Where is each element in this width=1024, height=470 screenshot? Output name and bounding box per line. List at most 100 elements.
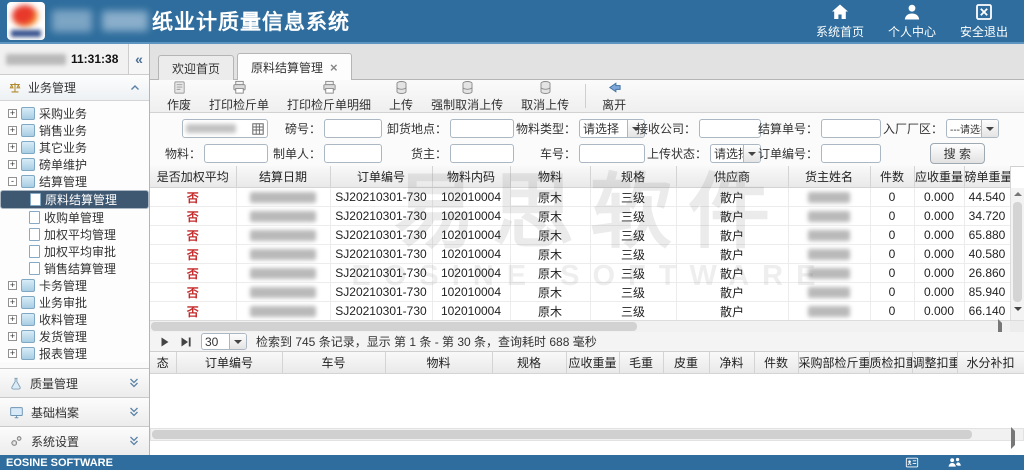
sidebar-group-quality[interactable]: 质量管理 [0, 368, 149, 397]
nav-personal-center[interactable]: 个人中心 [888, 2, 936, 40]
order-no-input[interactable] [821, 144, 881, 163]
sidebar-item-receiving[interactable]: 收料管理 [0, 311, 149, 328]
truck-no-input[interactable] [579, 144, 645, 163]
expand-plus-icon[interactable] [8, 160, 17, 169]
nav-system-home[interactable]: 系统首页 [816, 2, 864, 40]
sidebar-group-base-archive[interactable]: 基础档案 [0, 397, 149, 426]
sidebar-item-shipping[interactable]: 发货管理 [0, 328, 149, 345]
sidebar-item-sales-settlement[interactable]: 销售结算管理 [0, 260, 149, 277]
scrollbar-thumb[interactable] [1013, 202, 1022, 302]
sidebar-item-settlement[interactable]: 结算管理 [0, 173, 149, 190]
column-header[interactable]: 应收重量 [566, 352, 619, 374]
column-header[interactable]: 是否加权平均 [150, 166, 236, 188]
sidebar-item-reports[interactable]: 报表管理 [0, 345, 149, 362]
expand-plus-icon[interactable] [8, 143, 17, 152]
expand-plus-icon[interactable] [8, 281, 17, 290]
owner-input[interactable] [450, 144, 514, 163]
material-input[interactable] [204, 144, 268, 163]
cancel-upload-button[interactable]: 取消上传 [512, 80, 578, 112]
upload-status-select[interactable]: 请选择 [710, 144, 761, 163]
table-row[interactable]: 否 SJ20210301-730 102010004 原木 三级 散户 0 0.… [150, 226, 1010, 245]
table-row[interactable]: 否 SJ20210301-730 102010004 原木 三级 散户 0 0.… [150, 245, 1010, 264]
horizontal-scrollbar-grid1[interactable] [150, 320, 1024, 332]
column-header[interactable]: 磅单重量 [964, 166, 1010, 188]
scroll-up-icon[interactable] [1011, 188, 1024, 200]
column-header[interactable]: 规格 [590, 166, 676, 188]
print-weigh-ticket-detail-button[interactable]: 打印检斤单明细 [278, 80, 380, 112]
page-size-select[interactable]: 30 [201, 333, 247, 350]
expand-plus-icon[interactable] [8, 332, 17, 341]
sidebar-group-business[interactable]: 业务管理 [0, 75, 149, 101]
print-weigh-ticket-button[interactable]: 打印检斤单 [200, 80, 278, 112]
close-tab-icon[interactable]: × [330, 61, 338, 74]
sidebar-item-other[interactable]: 其它业务 [0, 139, 149, 156]
column-header[interactable]: 净料 [709, 352, 754, 374]
scroll-down-icon[interactable] [1011, 305, 1024, 317]
date-input[interactable] [182, 119, 268, 138]
column-header[interactable]: 订单编号 [176, 352, 282, 374]
search-button[interactable]: 搜 索 [930, 143, 985, 164]
tab-raw-material-settlement[interactable]: 原料结算管理 × [237, 53, 352, 80]
column-header[interactable]: 物料 [510, 166, 590, 188]
settle-no-input[interactable] [821, 119, 881, 138]
sidebar-item-weighbill-maintain[interactable]: 磅单维护 [0, 156, 149, 173]
sidebar-item-raw-material-settlement[interactable]: 原料结算管理 [0, 190, 149, 209]
scale-no-input[interactable] [324, 119, 382, 138]
column-header[interactable]: 件数 [870, 166, 914, 188]
maker-input[interactable] [324, 144, 382, 163]
nav-logout[interactable]: 安全退出 [960, 2, 1008, 40]
leave-button[interactable]: 离开 [593, 80, 635, 112]
sidebar-group-system-settings[interactable]: 系统设置 [0, 426, 149, 455]
chevron-up-icon[interactable] [129, 83, 141, 92]
force-cancel-upload-button[interactable]: 强制取消上传 [422, 80, 512, 112]
sidebar-item-purchase-order[interactable]: 收购单管理 [0, 209, 149, 226]
sidebar-collapse-button[interactable]: « [128, 44, 149, 74]
scrollbar-thumb[interactable] [152, 430, 972, 439]
table-row[interactable]: 否 SJ20210301-730 102010004 原木 三级 散户 0 0.… [150, 283, 1010, 302]
table-row[interactable]: 否 SJ20210301-730 102010004 原木 三级 散户 0 0.… [150, 188, 1010, 207]
column-header[interactable]: 物料内码 [432, 166, 510, 188]
scrollbar-thumb[interactable] [151, 322, 637, 331]
users-icon[interactable] [947, 456, 962, 469]
table-row[interactable]: 否 SJ20210301-730 102010004 原木 三级 散户 0 0.… [150, 207, 1010, 226]
column-header[interactable]: 毛重 [619, 352, 663, 374]
sidebar-item-sales[interactable]: 销售业务 [0, 122, 149, 139]
receive-company-input[interactable] [699, 119, 761, 138]
column-header[interactable]: 结算日期 [236, 166, 330, 188]
column-header[interactable]: 皮重 [663, 352, 709, 374]
sidebar-item-weighted-average[interactable]: 加权平均管理 [0, 226, 149, 243]
sidebar-item-approval[interactable]: 业务审批 [0, 294, 149, 311]
column-header[interactable]: 质检扣重 [869, 352, 912, 374]
factory-area-select[interactable]: ---请选择-- [946, 119, 999, 138]
scroll-right-icon[interactable] [1011, 431, 1019, 445]
upload-button[interactable]: 上传 [380, 80, 422, 112]
column-header[interactable]: 态 [150, 352, 176, 374]
unload-place-input[interactable] [450, 119, 514, 138]
vertical-scrollbar[interactable] [1010, 188, 1024, 320]
expand-plus-icon[interactable] [8, 109, 17, 118]
expand-plus-icon[interactable] [8, 315, 17, 324]
last-page-icon[interactable] [180, 336, 192, 348]
column-header[interactable]: 调整扣重 [912, 352, 957, 374]
sidebar-item-weighted-average-approve[interactable]: 加权平均审批 [0, 243, 149, 260]
column-header[interactable]: 供应商 [676, 166, 788, 188]
column-header[interactable]: 水分补扣 [957, 352, 1024, 374]
column-header[interactable]: 物料 [385, 352, 492, 374]
tab-welcome[interactable]: 欢迎首页 [158, 55, 234, 80]
table-row[interactable]: 否 SJ20210301-730 102010004 原木 三级 散户 0 0.… [150, 302, 1010, 321]
column-header[interactable]: 应收重量 [914, 166, 964, 188]
expand-plus-icon[interactable] [8, 349, 17, 358]
sidebar-item-card[interactable]: 卡务管理 [0, 277, 149, 294]
badge-icon[interactable] [905, 456, 919, 469]
next-page-icon[interactable] [159, 336, 171, 348]
expand-plus-icon[interactable] [8, 126, 17, 135]
column-header[interactable]: 规格 [492, 352, 566, 374]
column-header[interactable]: 件数 [754, 352, 798, 374]
column-header[interactable]: 车号 [282, 352, 385, 374]
sidebar-item-purchasing[interactable]: 采购业务 [0, 105, 149, 122]
column-header[interactable]: 货主姓名 [788, 166, 870, 188]
column-header[interactable]: 订单编号 [330, 166, 432, 188]
collapse-minus-icon[interactable] [8, 177, 17, 186]
expand-plus-icon[interactable] [8, 298, 17, 307]
horizontal-scrollbar-grid2[interactable] [150, 428, 1024, 441]
